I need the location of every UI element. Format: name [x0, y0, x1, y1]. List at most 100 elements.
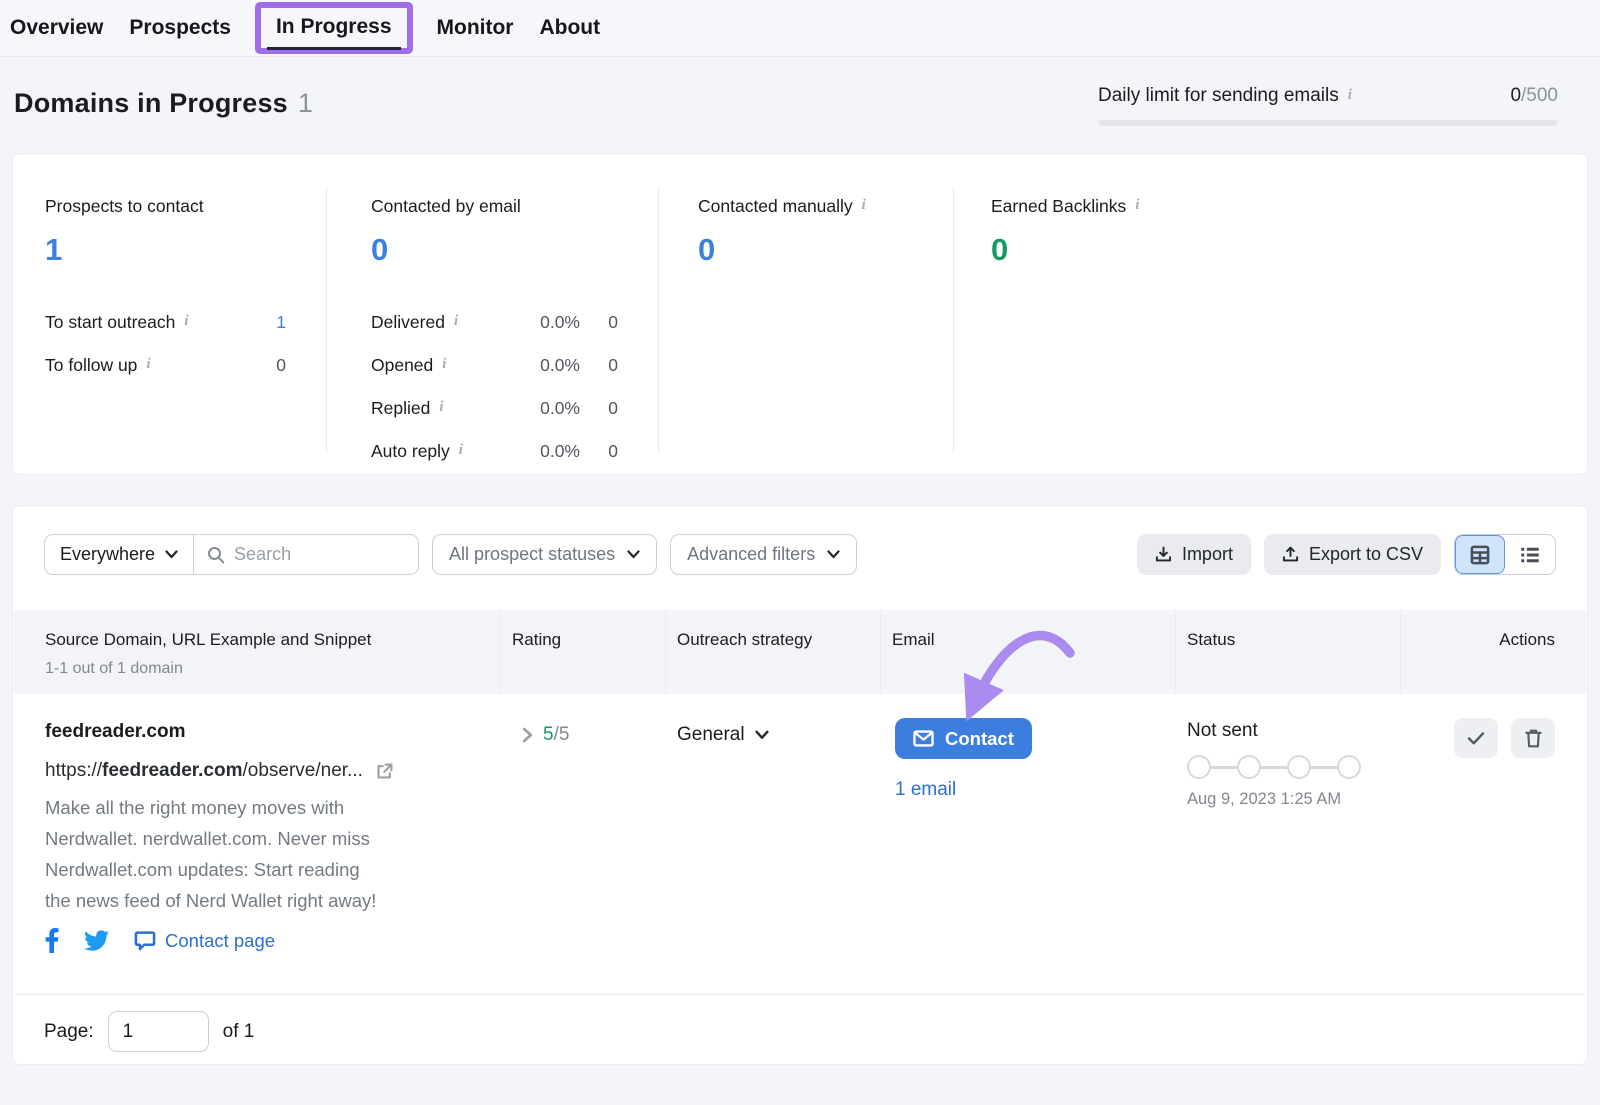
stat-label: Contacted by email: [371, 196, 521, 217]
prospect-statuses-dropdown[interactable]: All prospect statuses: [432, 534, 657, 575]
table-row: feedreader.com https://feedreader.com/ob…: [14, 694, 1586, 994]
stat-row-pct: 0.0%: [516, 312, 580, 333]
divider: [658, 187, 659, 452]
stat-label: Prospects to contact: [45, 196, 204, 217]
search-scope-value: Everywhere: [60, 544, 155, 565]
list-view-button[interactable]: [1505, 535, 1555, 574]
rating-total: /5: [554, 724, 570, 745]
table-summary: 1-1 out of 1 domain: [45, 660, 183, 678]
stat-row-label: To start outreach: [45, 312, 175, 333]
advanced-filters-dropdown[interactable]: Advanced filters: [670, 534, 857, 575]
emails-count-link[interactable]: 1 email: [895, 779, 956, 801]
twitter-icon[interactable]: [84, 930, 109, 951]
url-example[interactable]: https://feedreader.com/observe/ner...: [45, 760, 363, 782]
mark-done-button[interactable]: [1454, 718, 1498, 758]
info-icon[interactable]: i: [862, 197, 866, 214]
divider: [665, 610, 666, 694]
stat-value: 1: [45, 232, 286, 268]
cell-status: Not sent Aug 9, 2023 1:25 AM: [1187, 720, 1361, 809]
stat-earned-backlinks: Earned Backlinks i 0: [991, 196, 1139, 268]
step-dot: [1337, 755, 1361, 779]
chevron-down-icon: [165, 550, 178, 559]
contact-button[interactable]: Contact: [895, 718, 1032, 759]
page-title-text: Domains in Progress: [14, 88, 288, 118]
chevron-right-icon[interactable]: [522, 727, 533, 743]
status-date: Aug 9, 2023 1:25 AM: [1187, 790, 1361, 809]
stat-row-count: 0: [580, 355, 618, 376]
envelope-icon: [913, 730, 934, 747]
info-icon[interactable]: i: [146, 356, 150, 373]
export-to-csv-button[interactable]: Export to CSV: [1264, 534, 1441, 575]
col-header-status: Status: [1187, 630, 1235, 650]
search-scope-dropdown[interactable]: Everywhere: [45, 535, 194, 574]
chevron-down-icon: [827, 550, 840, 559]
tab-about[interactable]: About: [539, 16, 600, 40]
import-button[interactable]: Import: [1137, 534, 1251, 575]
stat-row-value: 0: [276, 355, 286, 376]
page-number-input[interactable]: [108, 1011, 209, 1052]
export-button-label: Export to CSV: [1309, 544, 1423, 565]
stat-row-value[interactable]: 1: [276, 312, 286, 333]
stat-value: 0: [991, 232, 1139, 268]
search-input[interactable]: [234, 544, 384, 565]
stat-row-label: Replied: [371, 398, 430, 419]
strategy-value: General: [677, 724, 745, 746]
chevron-down-icon: [627, 550, 640, 559]
daily-limit-label: Daily limit for sending emails: [1098, 85, 1339, 107]
speech-bubble-icon: [134, 931, 156, 951]
domains-table-card: Everywhere All prospect statuses Advance…: [12, 505, 1588, 1065]
table-view-icon: [1470, 545, 1490, 565]
divider: [1400, 610, 1401, 694]
active-tab-underline: [267, 47, 401, 50]
stat-prospects-to-contact: Prospects to contact 1 To start outreach…: [45, 196, 286, 387]
upload-icon: [1282, 546, 1299, 563]
delete-button[interactable]: [1511, 718, 1555, 758]
tab-overview[interactable]: Overview: [10, 16, 103, 40]
divider: [880, 610, 881, 694]
daily-limit-progress-bar: [1098, 120, 1558, 126]
info-icon[interactable]: i: [442, 356, 446, 373]
divider: [500, 610, 501, 694]
col-header-actions: Actions: [1499, 630, 1555, 650]
filter-bar: Everywhere All prospect statuses Advance…: [13, 506, 1587, 575]
info-icon[interactable]: i: [459, 442, 463, 459]
view-toggle: [1454, 534, 1556, 575]
stat-row-pct: 0.0%: [516, 355, 580, 376]
stat-contacted-manually: Contacted manually i 0: [698, 196, 866, 268]
table-view-button[interactable]: [1455, 535, 1505, 574]
stat-value: 0: [698, 232, 866, 268]
tab-prospects[interactable]: Prospects: [129, 16, 231, 40]
page-head: Domains in Progress 1 Daily limit for sen…: [0, 57, 1600, 153]
info-icon[interactable]: i: [184, 313, 188, 330]
url-prefix: https://: [45, 760, 102, 781]
info-icon[interactable]: i: [454, 313, 458, 330]
prospect-statuses-value: All prospect statuses: [449, 544, 615, 565]
contact-page-link[interactable]: Contact page: [134, 930, 275, 952]
info-icon[interactable]: i: [1135, 197, 1139, 214]
facebook-icon[interactable]: [45, 928, 59, 953]
page-label: Page:: [44, 1021, 94, 1043]
rating-value: 5/5: [543, 724, 569, 746]
cell-outreach-strategy[interactable]: General: [677, 724, 769, 746]
contact-button-label: Contact: [945, 728, 1014, 750]
daily-limit-used: 0: [1510, 85, 1521, 106]
stat-row-count: 0: [580, 441, 618, 462]
cell-rating: 5/5: [522, 724, 569, 746]
stats-card: Prospects to contact 1 To start outreach…: [12, 153, 1588, 475]
external-link-icon[interactable]: [375, 762, 394, 781]
tab-monitor[interactable]: Monitor: [437, 16, 514, 40]
step-dot: [1187, 755, 1211, 779]
col-header-email: Email: [892, 630, 935, 650]
search-icon: [207, 546, 225, 564]
domain-count: 1: [298, 88, 313, 118]
list-view-icon: [1520, 545, 1540, 565]
tab-in-progress[interactable]: In Progress: [276, 15, 392, 38]
step-dot: [1287, 755, 1311, 779]
step-line: [1211, 766, 1237, 769]
info-icon[interactable]: i: [439, 399, 443, 416]
info-icon[interactable]: i: [1348, 87, 1352, 104]
contact-page-label: Contact page: [165, 930, 275, 952]
daily-limit-value: 0/500: [1510, 85, 1558, 107]
annotation-box: In Progress: [255, 2, 413, 54]
stat-row-label: To follow up: [45, 355, 137, 376]
